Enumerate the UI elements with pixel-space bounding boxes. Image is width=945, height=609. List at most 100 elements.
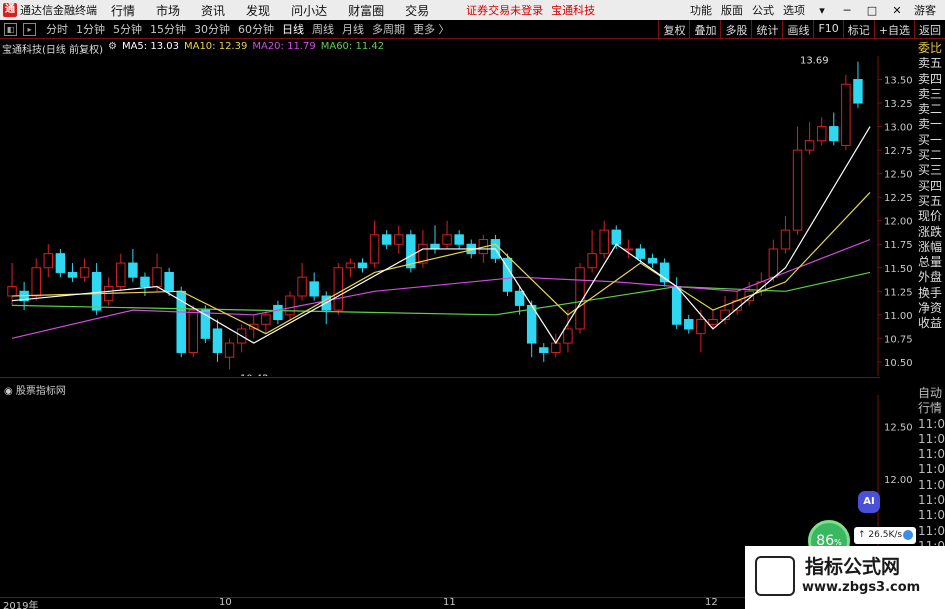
quote-field-7: 买二 [918, 148, 943, 163]
candle-body [381, 234, 392, 245]
menu-wealth[interactable]: 财富圈 [348, 2, 384, 19]
menu-hq[interactable]: 行情 [111, 2, 135, 19]
candle-body [43, 253, 54, 269]
guest-label[interactable]: 游客 [914, 2, 936, 18]
quote-field-13: 涨幅 [918, 239, 943, 254]
indicator-tick-label: 12.00 [884, 475, 913, 486]
panel-divider [0, 377, 880, 378]
y-tick-label: 11.25 [884, 287, 913, 298]
y-tick-label: 12.50 [884, 170, 913, 181]
date-label-10: 10 [219, 597, 232, 608]
menu-trade[interactable]: 交易 [405, 2, 429, 19]
period-60min[interactable]: 60分钟 [238, 21, 274, 37]
quote2-field-4: 11:01 [918, 447, 945, 462]
maximize-icon[interactable]: □ [864, 4, 880, 17]
period-30min[interactable]: 30分钟 [194, 21, 230, 37]
quote-field-16: 换手 [918, 285, 943, 300]
settings-icon[interactable]: ⚙ [108, 41, 117, 55]
quote2-field-5: 11:01 [918, 462, 945, 477]
chart-title: 宝通科技(日线 前复权) [2, 45, 103, 56]
back-icon[interactable]: ◧ [4, 22, 17, 36]
menu-news[interactable]: 资讯 [201, 2, 225, 19]
period-5min[interactable]: 5分钟 [113, 21, 142, 37]
period-more[interactable]: 更多 〉 [413, 21, 450, 37]
minimize-icon[interactable]: ─ [839, 4, 855, 17]
app-title: 通达信金融终端 [20, 4, 97, 17]
btn-stats[interactable]: 统计 [751, 20, 782, 39]
candle-body [599, 229, 609, 255]
ai-assistant-button[interactable]: AI [858, 491, 880, 513]
watermark-logo-icon [755, 556, 795, 596]
quote-field-10: 买五 [918, 193, 943, 208]
candle-body [164, 271, 174, 292]
candle-body [623, 248, 634, 251]
btn-add-watchlist[interactable]: +自选 [873, 20, 914, 39]
candle-body [684, 319, 694, 330]
period-weekly[interactable]: 周线 [312, 21, 334, 37]
date-label-12: 12 [705, 597, 718, 608]
candle-body [357, 262, 368, 269]
btn-mark[interactable]: 标记 [842, 20, 874, 39]
candle-body [804, 140, 815, 151]
period-monthly[interactable]: 月线 [342, 21, 364, 37]
btn-f10[interactable]: F10 [813, 20, 842, 39]
quote-panel-2: 自动行情11:0111:0111:0111:0111:0111:0111:011… [918, 386, 945, 554]
candle-body [79, 267, 90, 278]
candle-body [116, 262, 126, 288]
candle-body [285, 295, 295, 316]
quote2-field-9: 11:01 [918, 523, 945, 538]
dropdown-icon[interactable]: ▾ [814, 4, 830, 17]
network-speed: ↑ 26.5K/s [854, 527, 916, 544]
speed-indicator-icon [903, 530, 913, 540]
btn-overlay[interactable]: 叠加 [689, 20, 720, 39]
btn-multi-stock[interactable]: 多股 [720, 20, 751, 39]
min-price-label: ←10.42 [232, 373, 269, 376]
menu-bar: 通 通达信金融终端 行情 市场 资讯 发现 问小达 财富圈 交易 证券交易未登录… [0, 0, 945, 20]
period-multi[interactable]: 多周期 [372, 21, 405, 37]
candle-body [430, 243, 440, 250]
ma5-label: MA5: 13.03 [121, 41, 179, 52]
period-intraday[interactable]: 分时 [46, 21, 68, 37]
btn-back[interactable]: 返回 [914, 20, 945, 39]
menu-layout[interactable]: 版面 [721, 2, 743, 18]
candle-body [539, 347, 549, 353]
menu-discover[interactable]: 发现 [246, 2, 270, 19]
candle-body [152, 267, 162, 288]
quote-field-14: 总量 [918, 255, 943, 270]
period-15min[interactable]: 15分钟 [150, 21, 186, 37]
period-1min[interactable]: 1分钟 [76, 21, 105, 37]
candle-body [792, 149, 803, 231]
y-tick-label: 12.25 [884, 193, 913, 204]
candle-body [55, 253, 66, 273]
speed-text: ↑ 26.5K/s [858, 530, 903, 540]
ma20-label: MA20: 11.79 [252, 41, 316, 52]
menu-function[interactable]: 功能 [690, 2, 712, 18]
candle-body [563, 328, 573, 344]
period-daily[interactable]: 日线 [282, 21, 304, 37]
forward-icon[interactable]: ▸ [23, 22, 36, 36]
quote-field-18: 收益 [918, 316, 943, 331]
login-status[interactable]: 证券交易未登录 [466, 2, 543, 18]
ma10-line [12, 192, 871, 335]
btn-draw[interactable]: 画线 [782, 20, 813, 39]
menu-ask[interactable]: 问小达 [291, 2, 327, 19]
ma10-label: MA10: 12.39 [183, 41, 248, 52]
candle-body [647, 257, 658, 264]
menu-market[interactable]: 市场 [156, 2, 180, 19]
watermark-url: www.zbgs3.com [802, 580, 921, 595]
menu-options[interactable]: 选项 [783, 2, 805, 18]
close-icon[interactable]: ✕ [889, 4, 905, 17]
quote-field-12: 涨跌 [918, 224, 943, 239]
watermark-banner: 指标公式网 www.zbgs3.com [745, 546, 945, 609]
quote-field-5: 卖一 [918, 117, 943, 132]
btn-adjust[interactable]: 复权 [658, 20, 689, 39]
quote-field-1: 卖五 [918, 56, 943, 71]
quote-field-11: 现价 [918, 209, 943, 224]
max-price-label: 13.69 [800, 56, 829, 67]
quote-field-0: 委比 [918, 41, 943, 55]
menu-formula[interactable]: 公式 [752, 2, 774, 18]
candle-body [345, 262, 356, 269]
candle-body [816, 126, 827, 142]
quote-field-6: 买一 [918, 132, 943, 147]
candlestick-chart[interactable]: 13.50 13.25 13.00 12.75 12.50 12.25 12.00 11.75… [0, 56, 918, 376]
